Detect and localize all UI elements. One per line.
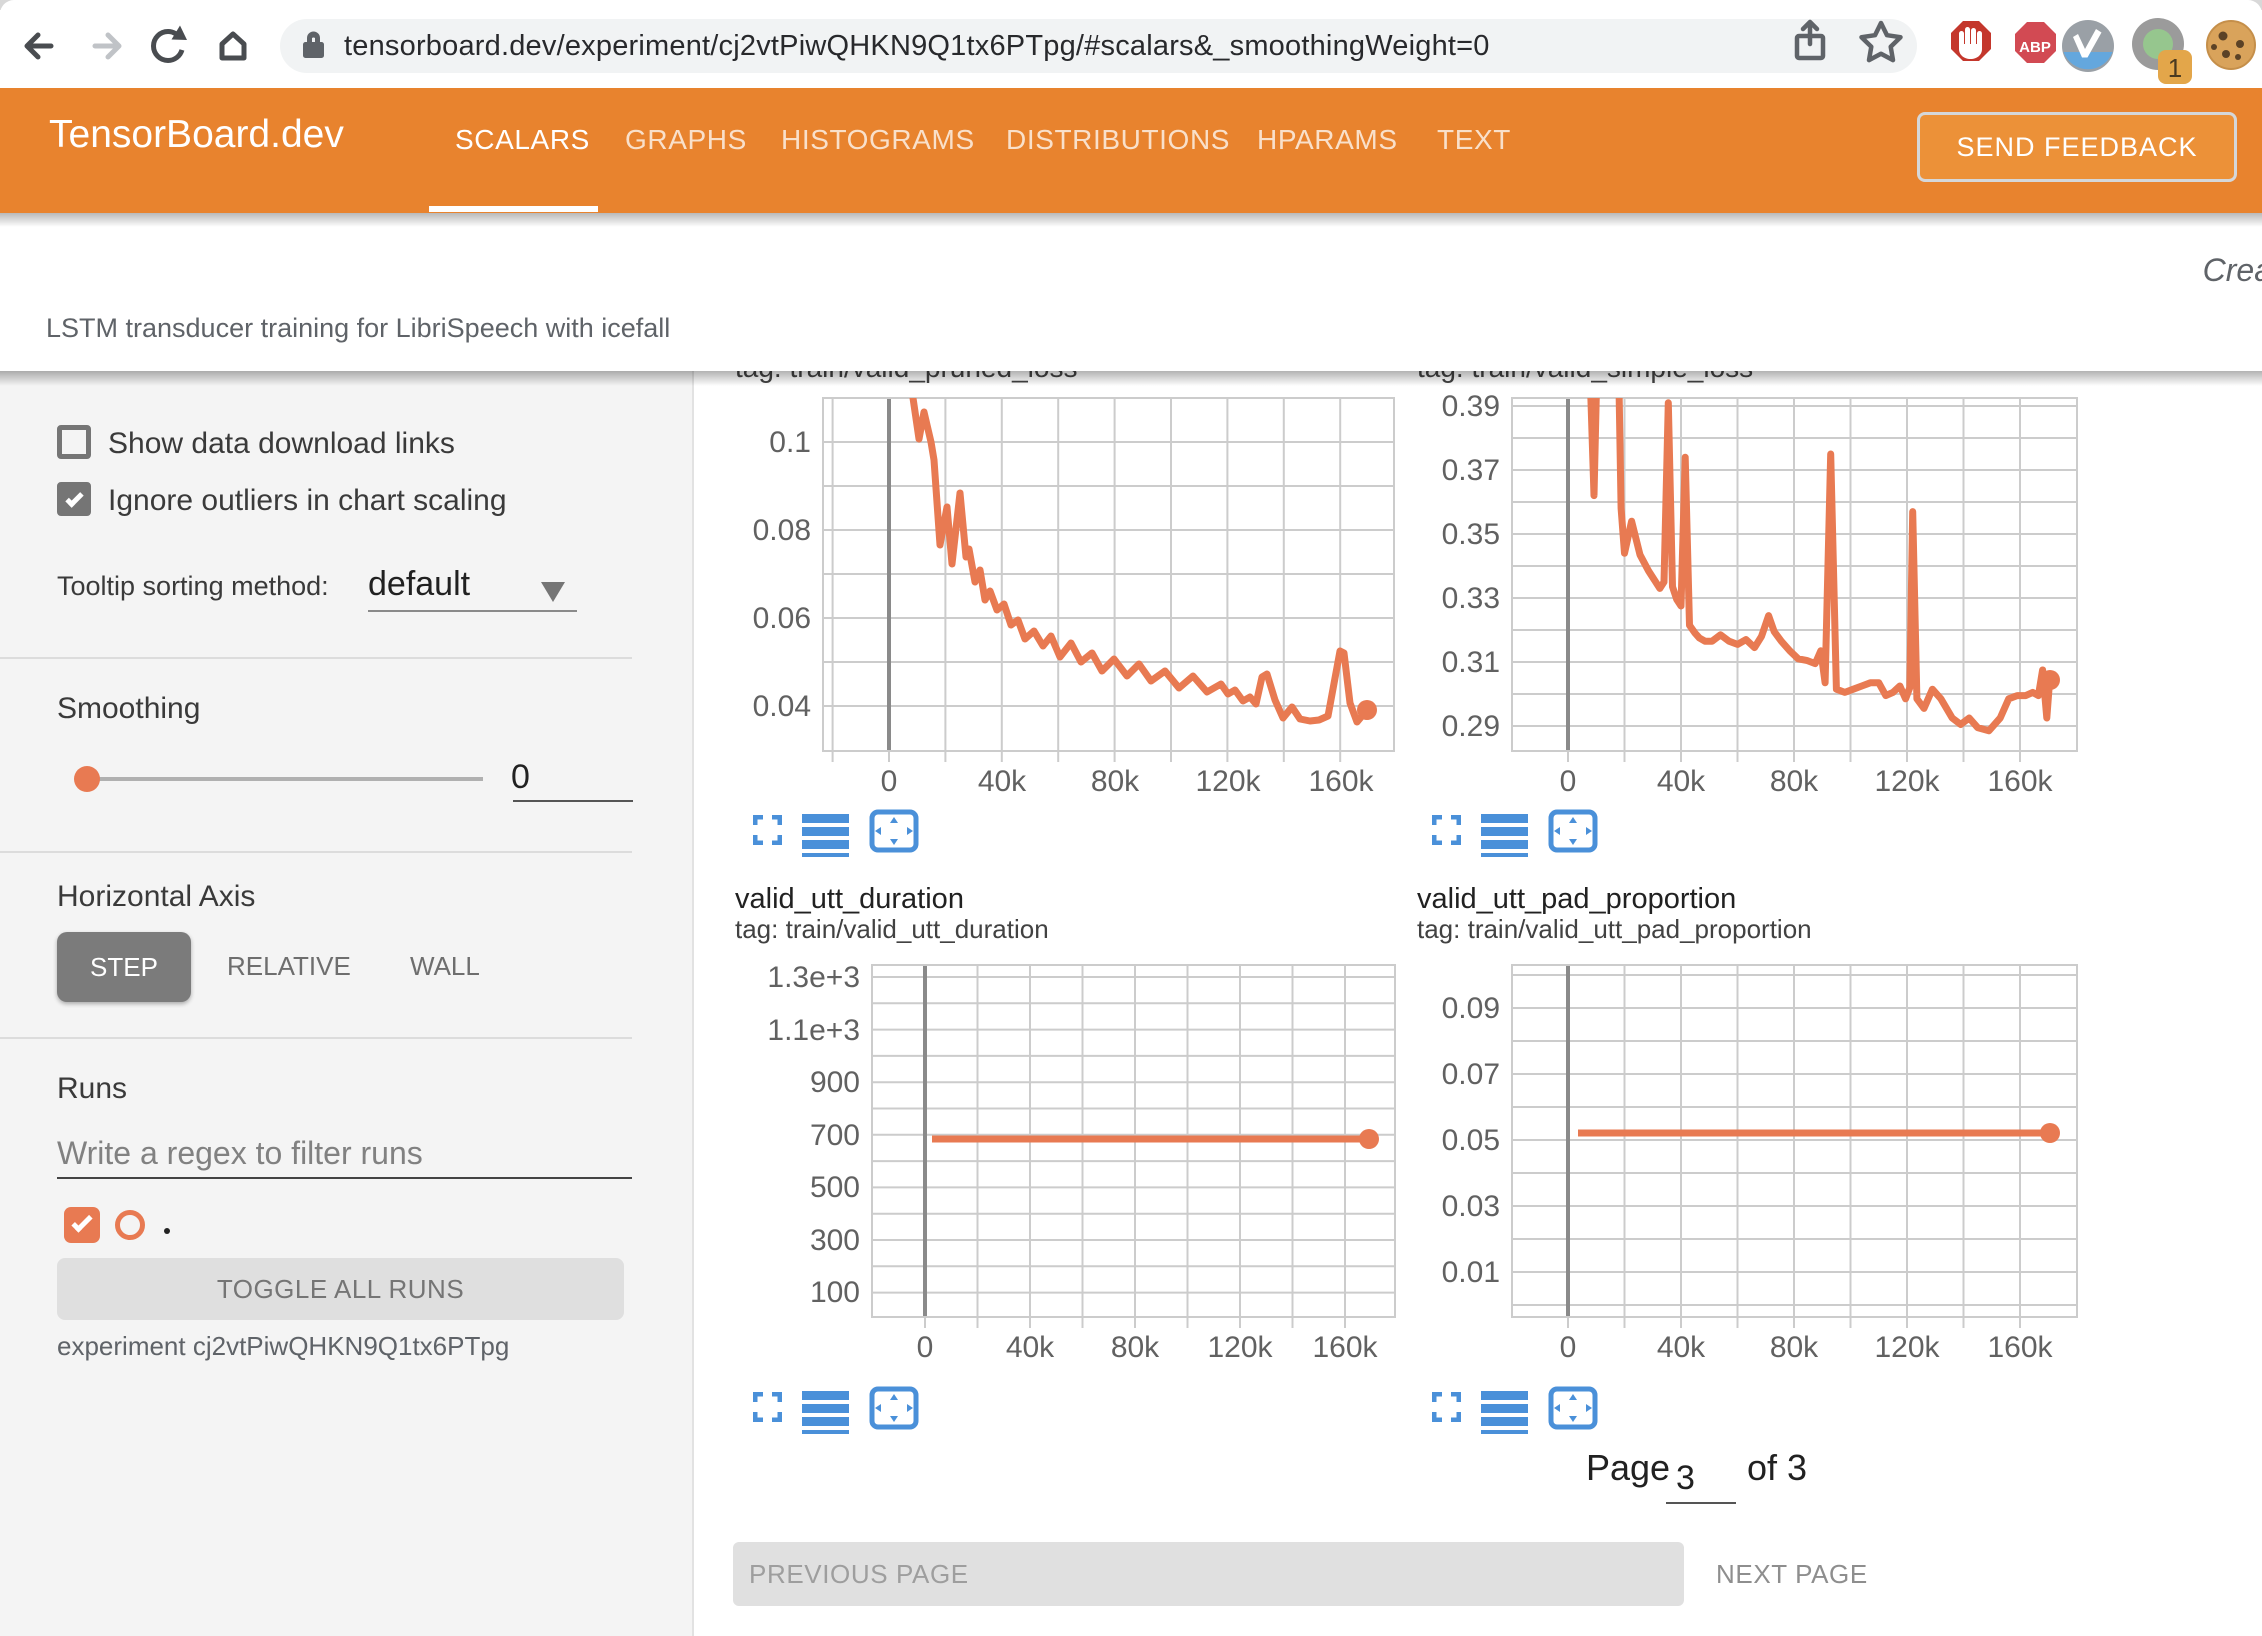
svg-text:0.08: 0.08 (753, 514, 811, 547)
svg-text:1.1e+3: 1.1e+3 (767, 1014, 860, 1047)
svg-text:0: 0 (881, 765, 898, 798)
svg-text:0.01: 0.01 (1442, 1256, 1500, 1289)
svg-text:1: 1 (2168, 53, 2182, 83)
svg-text:of 3: of 3 (1747, 1447, 1807, 1488)
svg-text:0.04: 0.04 (753, 690, 811, 723)
svg-text:valid_utt_pad_proportion: valid_utt_pad_proportion (1417, 883, 1736, 915)
svg-text:0.33: 0.33 (1442, 582, 1500, 615)
svg-text:valid_utt_duration: valid_utt_duration (735, 883, 964, 915)
svg-text:900: 900 (810, 1066, 860, 1099)
svg-text:160k: 160k (1987, 1331, 2053, 1364)
svg-text:3: 3 (1676, 1459, 1695, 1497)
svg-text:ABP: ABP (2019, 39, 2051, 56)
svg-text:0.35: 0.35 (1442, 518, 1500, 551)
svg-text:300: 300 (810, 1224, 860, 1257)
svg-text:500: 500 (810, 1171, 860, 1204)
svg-text:160k: 160k (1312, 1331, 1378, 1364)
svg-text:0.05: 0.05 (1442, 1124, 1500, 1157)
svg-text:160k: 160k (1987, 765, 2053, 798)
svg-text:0.03: 0.03 (1442, 1190, 1500, 1223)
svg-text:80k: 80k (1770, 1331, 1819, 1364)
svg-text:0.29: 0.29 (1442, 710, 1500, 743)
svg-text:1.3e+3: 1.3e+3 (767, 961, 860, 994)
svg-text:0.31: 0.31 (1442, 646, 1500, 679)
svg-text:0: 0 (917, 1331, 934, 1364)
svg-text:80k: 80k (1111, 1331, 1160, 1364)
svg-text:80k: 80k (1770, 765, 1819, 798)
svg-text:0: 0 (1560, 1331, 1577, 1364)
svg-text:700: 700 (810, 1119, 860, 1152)
svg-text:40k: 40k (1006, 1331, 1055, 1364)
svg-text:40k: 40k (1657, 765, 1706, 798)
svg-text:80k: 80k (1091, 765, 1140, 798)
svg-text:120k: 120k (1874, 765, 1940, 798)
svg-text:tag: train/valid_utt_duration: tag: train/valid_utt_duration (735, 914, 1049, 944)
svg-text:120k: 120k (1874, 1331, 1940, 1364)
svg-text:100: 100 (810, 1276, 860, 1309)
svg-text:0.07: 0.07 (1442, 1058, 1500, 1091)
svg-text:40k: 40k (1657, 1331, 1706, 1364)
svg-text:160k: 160k (1308, 765, 1374, 798)
svg-text:0.1: 0.1 (769, 426, 811, 459)
svg-text:120k: 120k (1195, 765, 1261, 798)
svg-text:0.37: 0.37 (1442, 454, 1500, 487)
svg-text:0.39: 0.39 (1442, 390, 1500, 423)
svg-text:0: 0 (1560, 765, 1577, 798)
svg-text:Page: Page (1586, 1447, 1670, 1488)
svg-text:0.06: 0.06 (753, 602, 811, 635)
svg-text:120k: 120k (1207, 1331, 1273, 1364)
svg-text:0.09: 0.09 (1442, 992, 1500, 1025)
svg-text:40k: 40k (978, 765, 1027, 798)
svg-text:tag: train/valid_utt_pad_propo: tag: train/valid_utt_pad_proportion (1417, 914, 1812, 944)
